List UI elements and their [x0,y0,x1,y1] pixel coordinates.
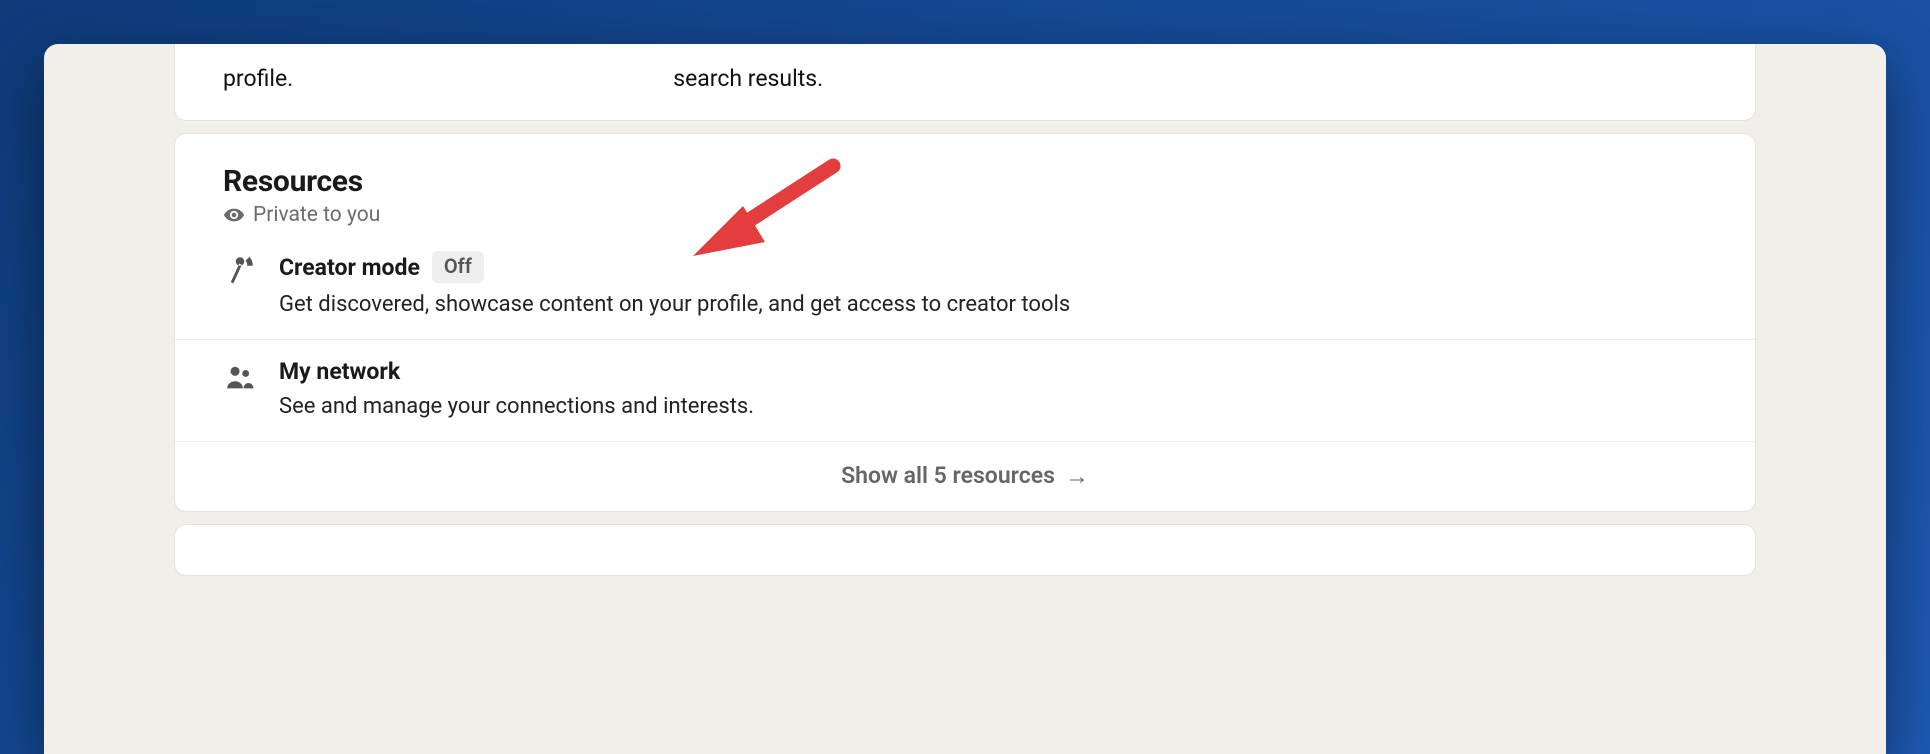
resource-item-creator-mode[interactable]: Creator mode Off Get discovered, showcas… [175,233,1755,339]
eye-icon [223,204,245,226]
show-all-label: Show all 5 resources [841,462,1055,489]
resource-item-my-network[interactable]: My network See and manage your connectio… [175,339,1755,441]
resource-title: Creator mode [279,254,420,281]
resources-header: Resources Private to you [175,134,1755,233]
show-all-resources-button[interactable]: Show all 5 resources → [175,441,1755,511]
resource-description: Get discovered, showcase content on your… [279,289,1707,321]
analytics-fragment-right: search results. [673,65,823,92]
content-area: profile. search results. Resources [44,44,1886,754]
resource-body: My network See and manage your connectio… [279,358,1707,423]
antenna-icon [223,253,257,287]
resource-body: Creator mode Off Get discovered, showcas… [279,251,1707,321]
status-badge: Off [432,251,484,283]
analytics-card-fragment: profile. search results. [174,44,1756,121]
people-icon [223,360,257,394]
next-card-fragment [174,524,1756,576]
resource-title: My network [279,358,400,385]
resources-list: Creator mode Off Get discovered, showcas… [175,233,1755,441]
resource-title-row: Creator mode Off [279,251,1707,283]
resources-card: Resources Private to you [174,133,1756,512]
resource-title-row: My network [279,358,1707,385]
resource-description: See and manage your connections and inte… [279,391,1707,423]
privacy-indicator: Private to you [223,203,1707,227]
app-window: profile. search results. Resources [44,44,1886,754]
analytics-fragment-left: profile. [223,65,293,92]
privacy-label: Private to you [253,203,380,227]
arrow-right-icon: → [1065,464,1089,488]
resources-title: Resources [223,164,1707,199]
analytics-row: profile. search results. [175,45,1755,120]
